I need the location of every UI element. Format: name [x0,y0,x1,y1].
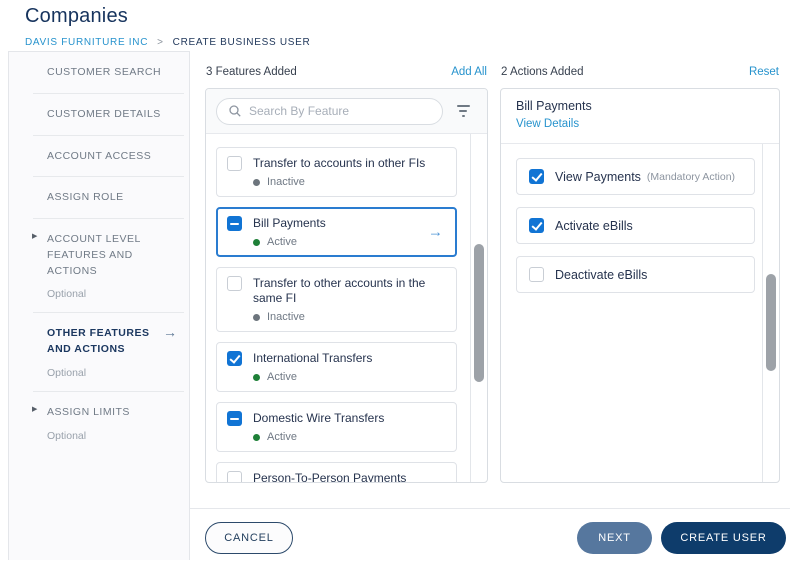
feature-checkbox[interactable] [227,471,242,482]
feature-checkbox[interactable] [227,351,242,366]
actions-panel: Bill Payments View Details View Payments… [500,88,780,483]
feature-status: Active [267,236,297,248]
feature-checkbox[interactable] [227,156,242,171]
sidebar-item-label: ASSIGN LIMITS [47,405,130,418]
feature-status: Active [267,371,297,383]
breadcrumb-separator: > [157,37,164,48]
next-button[interactable]: NEXT [577,522,652,554]
page-header: Companies DAVIS FURNITURE INC > CREATE B… [0,0,790,48]
feature-scrollbar-track [470,134,487,482]
features-column: 3 Features Added Add All Search By Featu… [205,51,488,486]
feature-status: Inactive [267,176,305,188]
action-note: (Mandatory Action) [646,170,736,183]
view-details-link[interactable]: View Details [516,118,579,130]
feature-card[interactable]: Domestic Wire Transfers Active → [216,402,457,452]
actions-added-count: 2 Actions Added [501,66,584,78]
sidebar-item-label: CUSTOMER SEARCH [47,66,162,78]
features-added-count: 3 Features Added [206,66,297,78]
feature-name: Transfer to other accounts in the same F… [253,276,426,305]
feature-status: Inactive [267,311,305,323]
caret-icon: ▶ [32,233,38,240]
breadcrumb-company-link[interactable]: DAVIS FURNITURE INC [25,37,148,48]
wizard-footer: CANCEL NEXT CREATE USER [190,508,790,554]
sidebar-item-optional: Optional [47,288,87,301]
feature-checkbox[interactable] [227,216,242,231]
add-all-link[interactable]: Add All [451,66,487,78]
active-arrow-icon: → [163,324,177,341]
sidebar-item[interactable]: ▶ ASSIGN ROLE → [9,177,189,219]
search-icon [229,105,241,117]
sidebar-item[interactable]: ▶ ACCOUNT ACCESS → [9,136,189,178]
action-checkbox[interactable] [529,267,544,282]
feature-checkbox[interactable] [227,276,242,291]
feature-search-input[interactable] [249,104,432,118]
feature-name: International Transfers [253,351,373,365]
action-name: View Payments [555,169,641,184]
feature-card[interactable]: Transfer to accounts in other FIs Inacti… [216,147,457,197]
sidebar-item[interactable]: ▶ ASSIGN LIMITS Optional → [9,392,189,455]
feature-card[interactable]: International Transfers Active → [216,342,457,392]
actions-panel-head: Bill Payments View Details [501,89,779,144]
status-dot-icon [253,238,260,246]
feature-search-row [206,89,487,134]
breadcrumb: DAVIS FURNITURE INC > CREATE BUSINESS US… [25,37,790,48]
status-dot-icon [253,178,260,186]
features-panel: Transfer to accounts in other FIs Inacti… [205,88,488,483]
action-list: View Payments (Mandatory Action) Activat… [501,144,779,307]
breadcrumb-current: CREATE BUSINESS USER [172,37,311,48]
sidebar-item[interactable]: ▶ ACCOUNT LEVEL FEATURES AND ACTIONS Opt… [9,219,189,314]
sidebar-item[interactable]: ▶ CUSTOMER SEARCH → [9,52,189,94]
status-dot-icon [253,433,260,441]
feature-list: Transfer to accounts in other FIs Inacti… [206,134,487,483]
page-title: Companies [25,5,128,27]
action-checkbox[interactable] [529,169,544,184]
cancel-button[interactable]: CANCEL [205,522,293,554]
feature-card[interactable]: Person-To-Person Payments Unavailable → [216,462,457,483]
selected-arrow-icon: → [428,223,443,241]
actions-column: 2 Actions Added Reset Bill Payments View… [500,51,780,486]
action-name: Activate eBills [555,218,633,233]
action-card[interactable]: Deactivate eBills [516,256,755,293]
status-dot-icon [253,313,260,321]
action-card[interactable]: View Payments (Mandatory Action) [516,158,755,195]
reset-link[interactable]: Reset [749,66,779,78]
sidebar-item-label: ACCOUNT LEVEL FEATURES AND ACTIONS [47,233,141,277]
sidebar-item-optional: Optional [47,366,87,379]
action-name: Deactivate eBills [555,267,648,282]
feature-card[interactable]: Transfer to other accounts in the same F… [216,267,457,332]
sidebar-item-label: CUSTOMER DETAILS [47,107,161,120]
sidebar-item[interactable]: ▶ CUSTOMER DETAILS → [9,94,189,136]
create-user-button[interactable]: CREATE USER [661,522,786,554]
filter-icon[interactable] [443,105,477,117]
sidebar-item-label: ACCOUNT ACCESS [47,149,152,162]
action-checkbox[interactable] [529,218,544,233]
sidebar-item-label: ASSIGN ROLE [47,191,124,204]
feature-name: Person-To-Person Payments [253,471,407,483]
sidebar-item-optional: Optional [47,429,87,442]
action-card[interactable]: Activate eBills [516,207,755,244]
action-scrollbar-track [762,144,779,482]
sidebar-item-label: OTHER FEATURES AND ACTIONS [47,327,150,355]
selected-feature-title: Bill Payments [516,99,592,113]
feature-search-box[interactable] [216,97,443,125]
status-dot-icon [253,373,260,381]
feature-checkbox[interactable] [227,411,242,426]
wizard-sidebar: ▶ CUSTOMER SEARCH → ▶ CUSTOMER DETAILS →… [8,51,190,560]
feature-status: Active [267,431,297,443]
feature-card[interactable]: Bill Payments Active → [216,207,457,257]
action-scrollbar-thumb[interactable] [766,274,776,371]
feature-scrollbar-thumb[interactable] [474,244,484,382]
feature-name: Transfer to accounts in other FIs [253,156,426,170]
sidebar-item[interactable]: ▶ OTHER FEATURES AND ACTIONS Optional → [9,313,189,392]
caret-icon: ▶ [32,405,38,413]
feature-name: Domestic Wire Transfers [253,411,385,425]
feature-name: Bill Payments [253,216,326,230]
